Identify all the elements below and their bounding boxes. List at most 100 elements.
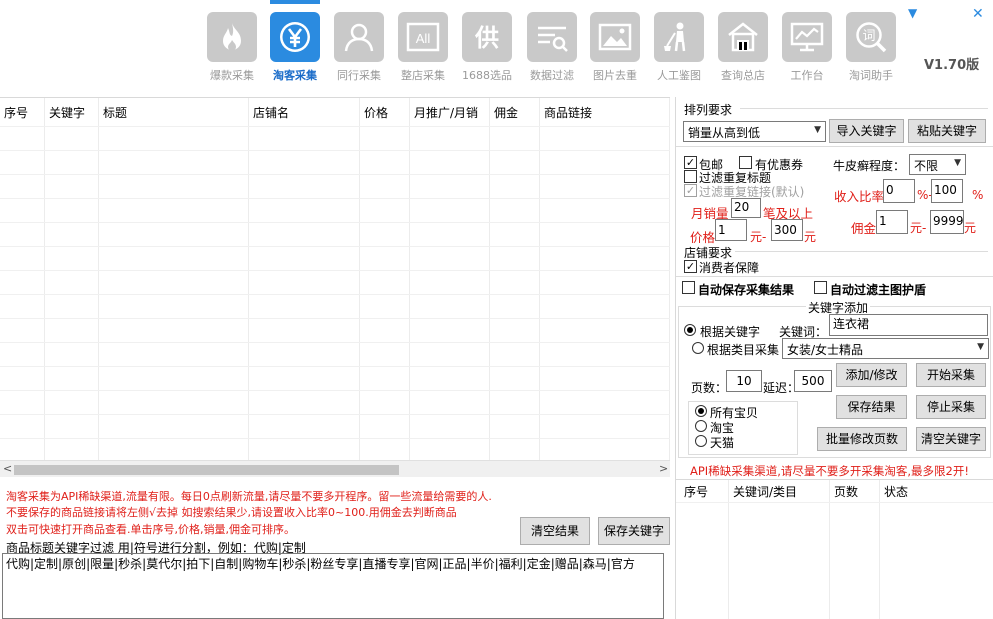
by-category-radio[interactable] [692,342,704,354]
column-header-commission[interactable]: 佣金 [494,104,518,121]
column-header-link[interactable]: 商品链接 [544,104,592,121]
sort-select-value: 销量从高到低 [688,126,761,140]
grid-row-line [0,150,670,151]
toolbar-image-dedup-button[interactable]: 图片去重 [590,12,640,82]
toolbar-label: 淘客采集 [273,69,317,82]
toolbar-manual-check-button[interactable]: 人工鉴图 [654,12,704,82]
sort-select[interactable]: 销量从高到低 ▼ [683,121,826,142]
toolbar-store-collect-button[interactable]: All 整店采集 [398,12,448,82]
task-column-pages[interactable]: 页数 [834,483,858,500]
results-grid-header: 序号 关键字 标题 店铺名 价格 月推广/月销 佣金 商品链接 [0,98,670,126]
stop-collect-button[interactable]: 停止采集 [916,395,986,419]
auto-filter-shield-checkbox[interactable] [814,281,827,294]
toolbar-label: 淘词助手 [849,69,893,82]
results-grid[interactable]: 序号 关键字 标题 店铺名 价格 月推广/月销 佣金 商品链接 [0,97,670,461]
by-keyword-radio[interactable] [684,324,696,336]
column-header-price[interactable]: 价格 [364,104,388,121]
grid-row-line [0,294,670,295]
scroll-right-arrow[interactable]: > [659,462,668,475]
pages-input[interactable]: 10 [726,370,762,392]
batch-modify-pages-button[interactable]: 批量修改页数 [817,427,907,451]
save-results-button[interactable]: 保存结果 [836,395,907,419]
grid-row-line [0,174,670,175]
add-modify-button[interactable]: 添加/修改 [836,363,907,387]
column-header-keyword[interactable]: 关键字 [49,104,85,121]
save-keywords-left-button[interactable]: 保存关键字 [598,517,670,545]
grid-divider [489,98,490,461]
dropdown-menu-icon[interactable]: ▼ [908,6,917,20]
toolbar-peer-collect-button[interactable]: 同行采集 [334,12,384,82]
percent-label: % [972,188,984,202]
section-divider [735,251,988,252]
toolbar-data-filter-button[interactable]: 数据过滤 [527,12,577,82]
category-select-value: 女装/女士精品 [787,343,864,357]
chevron-down-icon: ▼ [977,342,984,352]
commission-max-input[interactable]: 9999 [930,210,964,234]
toolbar-label: 工作台 [790,69,824,82]
paste-keywords-button[interactable]: 粘贴关键字 [908,119,986,143]
toolbar-workbench-button[interactable]: 工作台 [782,12,832,82]
consumer-protection-checkbox[interactable]: ✓ [684,260,697,273]
toolbar-query-store-button[interactable]: 查询总店 [718,12,768,82]
tmall-radio[interactable] [695,435,707,447]
filter-dup-title-checkbox[interactable] [684,170,697,183]
has-coupon-checkbox[interactable] [739,156,752,169]
grid-divider [669,98,670,461]
filter-dup-link-checkbox: ✓ [684,184,697,197]
commission-min-input[interactable]: 1 [876,210,908,234]
grid-row-line [0,366,670,367]
column-header-sales[interactable]: 月推广/月销 [414,104,478,121]
title-filter-textarea[interactable]: 代购|定制|原创|限量|秒杀|莫代尔|拍下|自制|购物车|秒杀|粉丝专享|直播专… [2,553,664,619]
category-select[interactable]: 女装/女士精品 ▼ [782,338,989,359]
income-min-input[interactable]: 0 [883,179,915,203]
price-min-input[interactable]: 1 [715,219,747,241]
word-icon-text: 词 [862,29,875,44]
toolbar-word-helper-button[interactable]: 词 淘词助手 [846,12,896,82]
scroll-left-arrow[interactable]: < [3,462,12,475]
column-header-title[interactable]: 标题 [103,104,127,121]
column-header-index[interactable]: 序号 [4,104,28,121]
taobao-radio[interactable] [695,420,707,432]
task-column-index[interactable]: 序号 [684,483,708,500]
task-column-status[interactable]: 状态 [884,483,908,500]
price-separator: 元- [750,230,767,244]
income-ratio-label: 收入比率 [834,189,885,204]
scrollbar-thumb[interactable] [14,465,399,475]
start-collect-button[interactable]: 开始采集 [916,363,986,387]
section-divider [676,276,993,277]
import-keywords-button[interactable]: 导入关键字 [829,119,904,143]
toolbar-label: 同行采集 [337,69,381,82]
by-keyword-label: 根据关键字 [700,325,761,339]
income-max-input[interactable]: 100 [931,179,963,203]
toolbar-label: 人工鉴图 [657,69,701,82]
section-divider [740,108,988,109]
delay-input[interactable]: 500 [794,370,832,392]
toolbar-taoke-collect-button[interactable]: 淘客采集 [270,0,320,82]
image-icon [590,12,640,62]
clear-keywords-button[interactable]: 清空关键字 [916,427,986,451]
commission-separator: 元- [910,221,927,235]
auto-save-checkbox[interactable] [682,281,695,294]
toolbar-hot-collect-button[interactable]: 爆款采集 [207,12,257,82]
price-max-input[interactable]: 300 [771,219,803,241]
active-tab-indicator [270,0,320,4]
monthly-sales-input[interactable]: 20 [731,198,761,218]
task-column-keyword[interactable]: 关键词/类目 [733,483,797,500]
free-shipping-checkbox[interactable]: ✓ [684,156,697,169]
all-items-radio[interactable] [695,405,707,417]
toolbar-1688-button[interactable]: 供 1688选品 [462,12,512,82]
close-icon[interactable]: ✕ [972,6,984,22]
user-icon [334,12,384,62]
toolbar-label: 爆款采集 [210,69,254,82]
task-table[interactable]: 序号 关键词/类目 页数 状态 [676,479,993,619]
grid-row-line [0,246,670,247]
column-header-store[interactable]: 店铺名 [253,104,289,121]
horizontal-scrollbar[interactable]: < > [0,460,670,477]
toolbar-label: 整店采集 [401,69,445,82]
yen-icon [270,12,320,62]
grid-row-line [0,198,670,199]
keyword-input[interactable]: 连衣裙 [829,314,988,336]
chevron-down-icon: ▼ [954,158,961,168]
psoriasis-select[interactable]: 不限 ▼ [909,154,966,175]
clear-results-button[interactable]: 清空结果 [520,517,590,545]
